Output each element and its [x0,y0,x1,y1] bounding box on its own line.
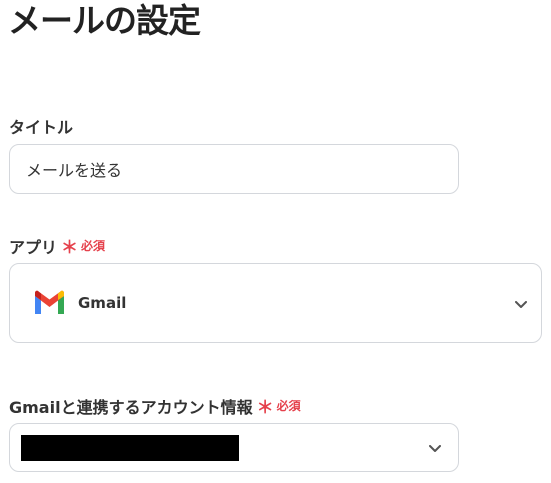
account-label-text: Gmailと連携するアカウント情報 [9,397,253,417]
required-asterisk: ＊ [61,238,79,258]
account-select[interactable] [9,423,459,472]
title-input[interactable] [26,159,442,179]
app-label-text: アプリ [9,237,58,257]
required-text: 必須 [276,399,301,413]
redacted-account-value [21,434,239,461]
required-asterisk: ＊ [256,398,274,418]
app-field-label: アプリ ＊ 必須 [9,233,106,259]
title-input-box[interactable] [9,144,459,194]
title-label-text: タイトル [9,118,74,137]
account-field-label: Gmailと連携するアカウント情報 ＊ 必須 [9,393,301,419]
chevron-down-icon[interactable] [515,301,527,309]
chevron-down-icon[interactable] [429,445,441,453]
required-text: 必須 [81,239,106,253]
mail-settings-page: メールの設定 タイトル アプリ ＊ 必須 Gmail Gmailと連携するアカウ… [0,0,551,483]
app-select[interactable]: Gmail [9,263,542,343]
page-title: メールの設定 [8,1,201,40]
app-selected-value: Gmail [78,294,127,312]
title-field-label: タイトル [9,114,73,138]
gmail-icon [33,290,66,316]
